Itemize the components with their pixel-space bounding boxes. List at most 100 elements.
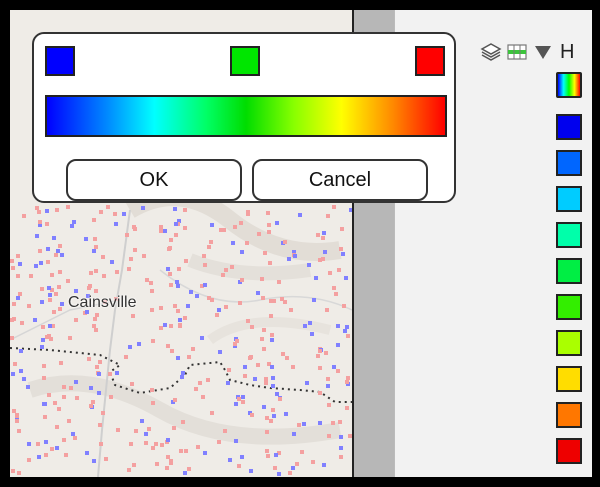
data-point [137, 342, 141, 346]
data-point [93, 237, 97, 241]
data-point [183, 471, 187, 475]
data-point [260, 337, 264, 341]
data-point [265, 449, 269, 453]
data-point [210, 223, 214, 227]
data-point [159, 306, 163, 310]
yellow-green-swatch[interactable] [556, 330, 582, 356]
data-point [166, 438, 170, 442]
lime-swatch[interactable] [556, 294, 582, 320]
data-point [302, 422, 306, 426]
data-point [327, 434, 331, 438]
data-point [15, 413, 19, 417]
data-point [150, 388, 154, 392]
data-point [13, 362, 17, 366]
data-point [297, 423, 301, 427]
ok-button[interactable]: OK [66, 159, 242, 201]
orange-swatch[interactable] [556, 402, 582, 428]
data-point [92, 324, 96, 328]
start-color-stop[interactable] [45, 46, 75, 76]
data-point [189, 290, 193, 294]
cancel-button[interactable]: Cancel [252, 159, 428, 201]
data-point [303, 324, 307, 328]
spectrum-swatch[interactable] [556, 72, 582, 98]
data-point [287, 257, 291, 261]
data-point [180, 375, 184, 379]
data-point [283, 240, 287, 244]
red-swatch[interactable] [556, 438, 582, 464]
aquamarine-swatch[interactable] [556, 222, 582, 248]
data-point [260, 277, 264, 281]
gold-swatch[interactable] [556, 366, 582, 392]
data-point [318, 421, 322, 425]
data-point [92, 459, 96, 463]
data-point [106, 205, 110, 209]
data-point [241, 400, 245, 404]
data-point [159, 225, 163, 229]
data-point [53, 401, 57, 405]
data-point [49, 337, 53, 341]
data-point [305, 381, 309, 385]
data-point [176, 309, 180, 313]
data-point [91, 400, 95, 404]
cyan-swatch[interactable] [556, 186, 582, 212]
data-point [55, 208, 59, 212]
color-ramp-popup: OK Cancel [32, 32, 456, 203]
data-point [187, 355, 191, 359]
data-point [144, 432, 148, 436]
data-point [133, 248, 137, 252]
data-point [169, 238, 173, 242]
data-point [113, 212, 117, 216]
end-color-stop[interactable] [415, 46, 445, 76]
data-point [99, 442, 103, 446]
data-point [206, 378, 210, 382]
data-point [48, 298, 52, 302]
data-point [109, 395, 113, 399]
data-point [326, 384, 330, 388]
data-point [54, 292, 58, 296]
data-point [246, 319, 250, 323]
data-point [240, 455, 244, 459]
data-point [94, 289, 98, 293]
data-point [57, 285, 61, 289]
data-point [265, 430, 269, 434]
data-point [275, 392, 279, 396]
data-point [74, 289, 78, 293]
data-point [87, 286, 91, 290]
data-point [327, 403, 331, 407]
data-point [125, 233, 129, 237]
data-point [183, 208, 187, 212]
data-point [228, 458, 232, 462]
blue-swatch[interactable] [556, 114, 582, 140]
green-swatch[interactable] [556, 258, 582, 284]
data-point [92, 249, 96, 253]
data-point [110, 260, 114, 264]
data-point [151, 401, 155, 405]
data-point [95, 365, 99, 369]
data-point [270, 333, 274, 337]
data-point [166, 267, 170, 271]
data-point [99, 210, 103, 214]
data-point [184, 449, 188, 453]
data-point [311, 460, 315, 464]
azure-swatch[interactable] [556, 150, 582, 176]
data-point [68, 336, 72, 340]
layers-icon[interactable] [480, 41, 502, 63]
data-point [224, 305, 228, 309]
data-point [200, 336, 204, 340]
data-point [325, 308, 329, 312]
data-point [322, 463, 326, 467]
data-point [60, 302, 64, 306]
data-point [132, 463, 136, 467]
data-point [11, 469, 15, 473]
data-point [45, 209, 49, 213]
data-point [269, 314, 273, 318]
data-point [283, 300, 287, 304]
data-point [194, 387, 198, 391]
data-point [223, 429, 227, 433]
table-icon[interactable] [506, 41, 528, 63]
data-point [224, 268, 228, 272]
data-point [71, 432, 75, 436]
data-point [52, 310, 56, 314]
middle-color-stop[interactable] [230, 46, 260, 76]
dropdown-triangle-icon[interactable] [532, 41, 554, 63]
